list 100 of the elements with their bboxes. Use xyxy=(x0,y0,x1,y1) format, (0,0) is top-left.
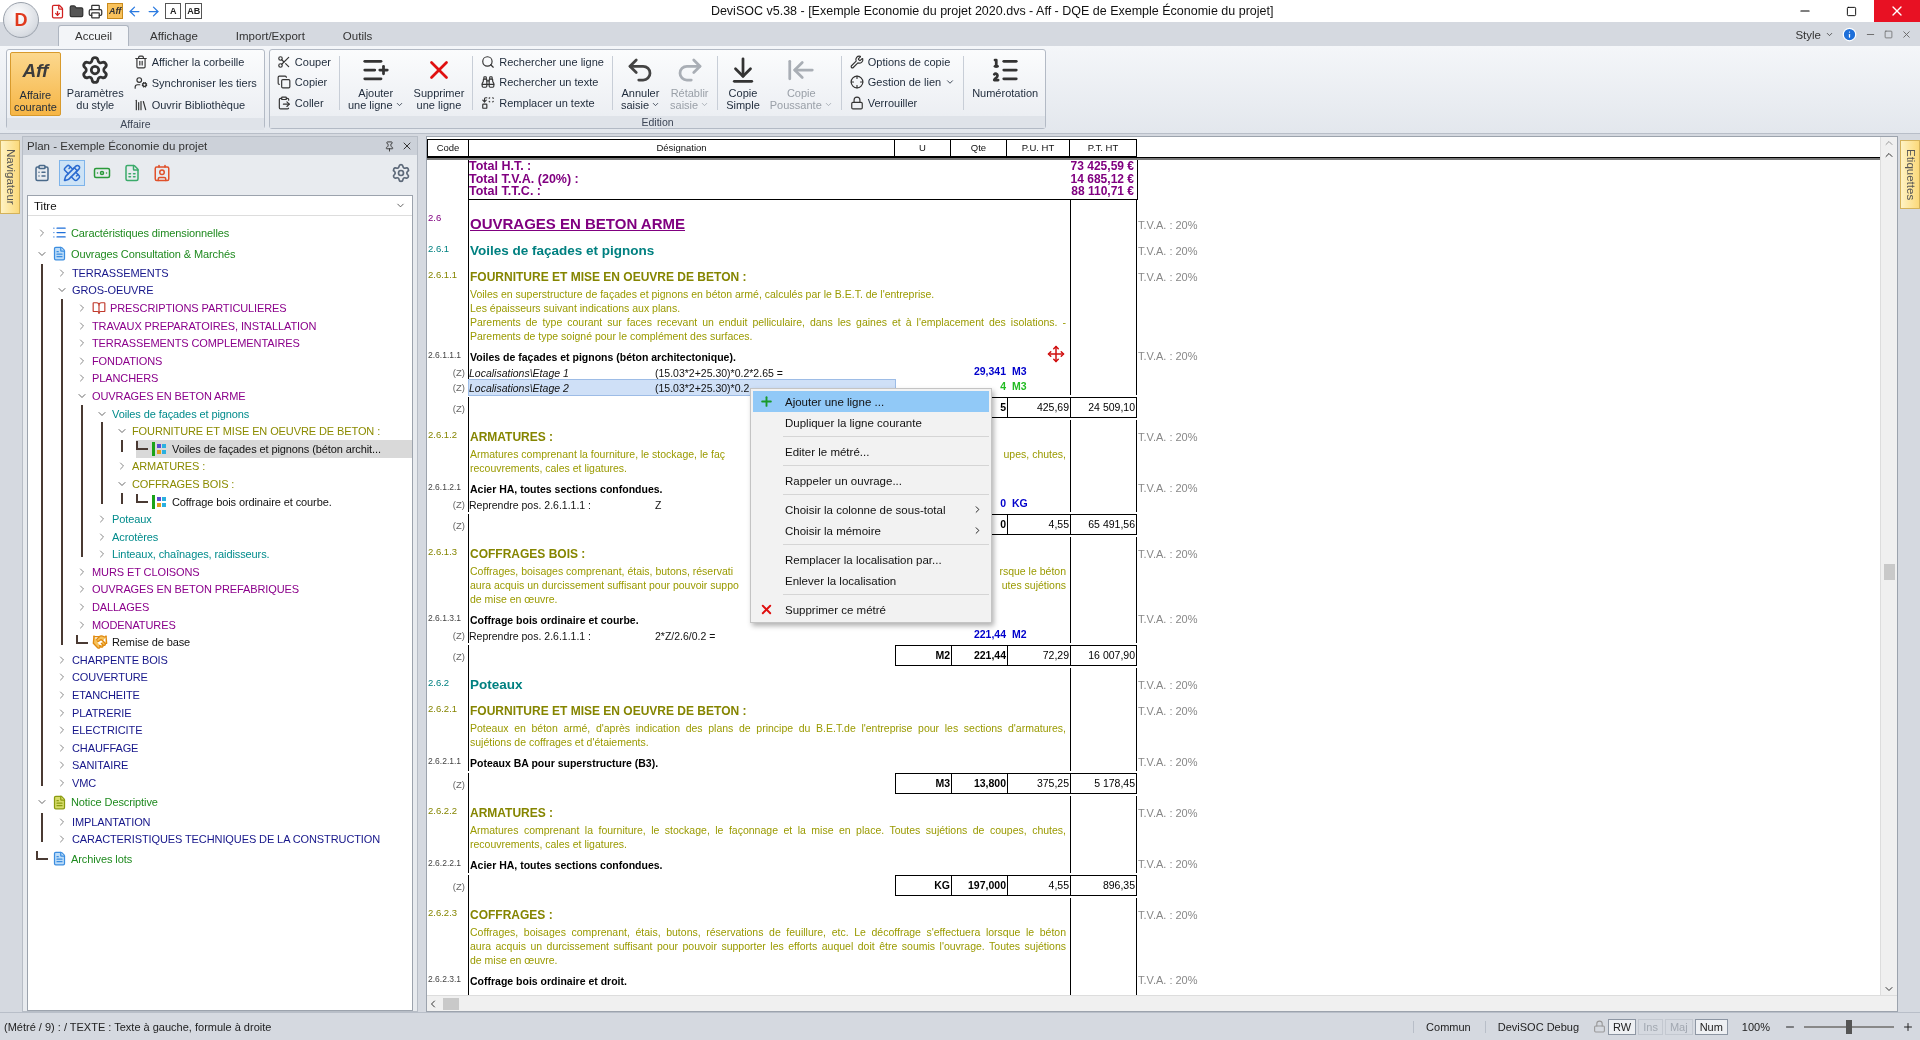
zoom-in-icon[interactable] xyxy=(1902,1020,1914,1033)
menu-item[interactable]: Supprimer ce métré xyxy=(753,599,989,620)
tree-item[interactable]: Archives lots xyxy=(36,848,412,869)
app-logo[interactable]: D xyxy=(3,2,39,38)
tree-item[interactable]: CHARPENTE BOIS xyxy=(56,651,412,669)
tree-item[interactable]: Ouvrages Consultation & Marchés xyxy=(36,243,412,264)
tree-item[interactable]: SANITAIRE xyxy=(56,756,412,775)
tree-item[interactable]: MURS ET CLOISONS xyxy=(76,563,412,581)
ribbon-button[interactable]: Synchroniser les tiers xyxy=(131,73,259,93)
text-box-icon[interactable]: A xyxy=(165,3,182,19)
tree-item[interactable]: COFFRAGES BOIS : xyxy=(116,475,412,493)
ribbon-button[interactable]: Copier xyxy=(274,72,333,92)
measure-line[interactable]: Localisations\Etage 1 (15.03*2+25.30)*0.2*2.65 = xyxy=(469,365,895,380)
aff-icon[interactable]: Aff xyxy=(107,3,124,19)
menu-item[interactable]: Enlever la localisation xyxy=(753,570,989,591)
vertical-scrollbar[interactable] xyxy=(1880,137,1897,995)
navigator-tab[interactable]: Navigateur xyxy=(0,140,20,214)
tree-item[interactable]: PLANCHERS xyxy=(76,369,412,388)
menu-item[interactable]: Editer le métré... xyxy=(753,441,989,462)
table-cell xyxy=(1070,286,1137,345)
measure-line[interactable]: Reprendre pos. 2.6.1.1.1 : 2*Z/2.6/0.2 = xyxy=(469,628,895,643)
column-dropdown[interactable]: Titre xyxy=(28,196,412,216)
tree-item[interactable]: ETANCHEITE xyxy=(56,686,412,704)
tree-item[interactable]: Voiles de façades et pignons (béton archit... xyxy=(136,439,412,458)
tree-item[interactable]: MODENATURES xyxy=(76,615,412,634)
ribbon-button[interactable]: Verrouiller xyxy=(847,93,958,112)
panel-tool-button[interactable] xyxy=(59,160,85,186)
ribbon-button[interactable]: Numérotation xyxy=(968,52,1043,114)
tree-item[interactable]: TERRASSEMENTS xyxy=(56,264,412,282)
tree-item[interactable]: Coffrage bois ordinaire et courbe. xyxy=(136,492,412,511)
unit-text: M3 xyxy=(1012,380,1027,394)
close-icon[interactable] xyxy=(401,140,413,152)
ribbon-tab[interactable]: Accueil xyxy=(58,25,130,46)
tree-item[interactable]: OUVRAGES EN BETON PREFABRIQUES xyxy=(76,580,412,599)
menu-item[interactable]: Rappeler un ouvrage... xyxy=(753,470,989,491)
ribbon-button[interactable]: Copie Simple xyxy=(722,52,764,114)
ribbon-button[interactable]: Paramètres du style xyxy=(62,52,128,116)
ribbon-button[interactable]: Afficher la corbeille xyxy=(131,52,259,71)
tree-item[interactable]: Linteaux, chaînages, raidisseurs. xyxy=(96,545,412,564)
ribbon-button[interactable]: Aff Affaire courante xyxy=(10,52,61,116)
restore-icon[interactable] xyxy=(1884,30,1893,39)
location-text: Localisations\Etage 1 xyxy=(469,366,570,379)
info-icon[interactable] xyxy=(1842,27,1857,42)
ribbon-button[interactable]: Gestion de lien xyxy=(847,72,958,92)
labels-tab[interactable]: Etiquettes xyxy=(1900,140,1920,210)
ribbon-button[interactable]: Options de copie xyxy=(847,52,958,71)
folder-icon[interactable] xyxy=(69,3,84,19)
scroll-thumb[interactable] xyxy=(443,997,459,1010)
wrench-icon xyxy=(849,54,864,69)
ribbon-button[interactable]: Ajouter une ligne xyxy=(343,52,408,114)
tree-item[interactable]: VMC xyxy=(56,774,412,792)
ribbon-button[interactable]: Remplacer un texte xyxy=(479,93,606,112)
ribbon-button[interactable]: Rechercher un texte xyxy=(479,72,606,92)
slider-thumb[interactable] xyxy=(1846,1019,1852,1034)
tree-item[interactable]: FOURNITURE ET MISE EN OEUVRE DE BETON : xyxy=(116,422,412,440)
table-cell xyxy=(1070,380,1137,395)
paragraph-text: aura acquis un durcissement suffisant pour pouvoir supporter les efforts auquel doit être soumis l'ouvrage. Toutes sujétions xyxy=(470,939,1066,953)
horizontal-scrollbar[interactable] xyxy=(427,995,1897,1011)
tree-item[interactable]: ELECTRICITE xyxy=(56,721,412,740)
ribbon-button[interactable]: Coller xyxy=(274,93,333,112)
tree-item[interactable]: CARACTERISTIQUES TECHNIQUES DE LA CONSTRUCTION xyxy=(56,830,412,848)
tree-item[interactable]: OUVRAGES EN BETON ARME xyxy=(76,387,412,405)
tree-item[interactable]: Acrotères xyxy=(96,527,412,546)
tree-item[interactable]: Notice Descriptive xyxy=(36,791,412,813)
tree-item[interactable]: PRESCRIPTIONS PARTICULIERES xyxy=(76,299,412,317)
ribbon-button[interactable]: Rechercher une ligne xyxy=(479,52,606,71)
text-box-icon[interactable]: AB xyxy=(185,3,203,19)
section-heading: Poteaux xyxy=(470,677,523,694)
price-cell: 375,25 xyxy=(1007,773,1070,794)
ribbon-tab[interactable]: Outils xyxy=(325,25,390,46)
tree-item[interactable]: TRAVAUX PREPARATOIRES, INSTALLATION xyxy=(76,316,412,335)
printer-icon[interactable] xyxy=(88,3,103,19)
tree-item[interactable]: Remise de base xyxy=(76,633,412,652)
tree-item[interactable]: TERRASSEMENTS COMPLEMENTAIRES xyxy=(76,334,412,352)
tree-item[interactable]: COUVERTURE xyxy=(56,668,412,687)
style-menu[interactable]: Style xyxy=(1795,28,1834,41)
tree-item[interactable]: FONDATIONS xyxy=(76,351,412,370)
pin-icon[interactable] xyxy=(384,140,395,152)
tree-item[interactable]: CHAUFFAGE xyxy=(56,739,412,757)
forward-icon[interactable] xyxy=(146,3,162,19)
ribbon-tab[interactable]: Import/Export xyxy=(218,25,322,46)
ribbon-button[interactable]: Ouvrir Bibliothèque xyxy=(131,95,259,114)
tree-item[interactable]: IMPLANTATION xyxy=(56,812,412,831)
ribbon-tab[interactable]: Affichage xyxy=(133,25,215,46)
tree-item[interactable]: Caractéristiques dimensionnelles xyxy=(36,222,412,243)
back-icon[interactable] xyxy=(127,3,143,19)
tree-item[interactable]: GROS-OEUVRE xyxy=(56,281,412,300)
settings-icon[interactable] xyxy=(391,163,411,183)
tree-item[interactable]: Poteaux xyxy=(96,510,412,528)
tree-item[interactable]: Voiles de façades et pignons xyxy=(96,404,412,423)
ribbon-button[interactable]: Annuler saisie xyxy=(616,52,664,114)
ribbon-button[interactable]: Supprimer une ligne xyxy=(409,52,469,114)
tree-item[interactable]: PLATRERIE xyxy=(56,703,412,722)
ribbon-button[interactable]: Couper xyxy=(274,52,333,71)
menu-item[interactable]: Ajouter une ligne ... xyxy=(753,391,989,412)
menu-item[interactable]: Remplacer la localisation par... xyxy=(753,549,989,570)
file-icon[interactable] xyxy=(50,3,65,19)
tree-item[interactable]: ARMATURES : xyxy=(116,457,412,476)
scroll-thumb[interactable] xyxy=(1883,564,1895,580)
tree-item[interactable]: DALLAGES xyxy=(76,598,412,616)
